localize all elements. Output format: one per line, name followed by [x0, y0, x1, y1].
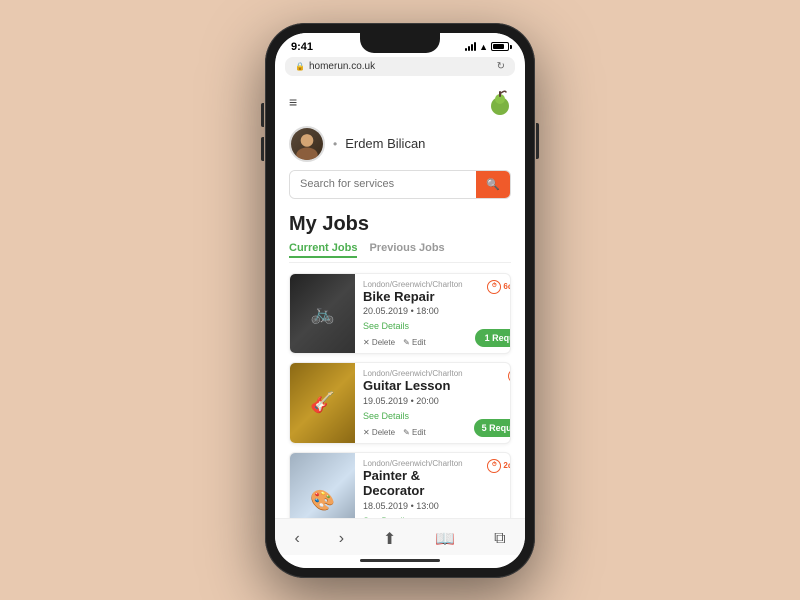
guitar-image: 🎸: [290, 363, 355, 443]
phone-frame: 9:41 ▲ 🔒 homerun.co.uk ↻: [265, 23, 535, 578]
volume-up-button: [261, 103, 264, 127]
job-actions-bike: ✕ Delete ✎ Edit: [363, 338, 463, 347]
status-icons: ▲: [465, 42, 509, 52]
back-button[interactable]: ‹: [286, 528, 307, 550]
job-right-bike: ⏱ 6days 4h 1 Request: [471, 274, 511, 354]
job-title: Painter & Decorator: [363, 468, 463, 499]
search-section: 🔍: [275, 170, 525, 209]
avatar: [289, 126, 325, 162]
status-time: 9:41: [291, 41, 313, 53]
forward-button[interactable]: ›: [331, 528, 352, 550]
timer-bike: ⏱ 6days 4h: [487, 280, 511, 294]
pear-logo: [489, 88, 511, 116]
avatar-face: [291, 128, 323, 160]
search-bar: 🔍: [289, 170, 511, 199]
bike-image: 🚲: [290, 274, 355, 354]
timer-painter: ⏱ 2days 3h: [487, 459, 511, 473]
tab-previous-jobs[interactable]: Previous Jobs: [369, 242, 444, 258]
delete-bike[interactable]: ✕ Delete: [363, 338, 395, 347]
job-date: 20.05.2019 • 18:00: [363, 306, 463, 316]
url-text: homerun.co.uk: [309, 61, 375, 72]
job-actions-guitar: ✕ Delete ✎ Edit: [363, 428, 463, 437]
job-date: 19.05.2019 • 20:00: [363, 396, 463, 406]
lock-icon: 🔒: [295, 62, 305, 71]
search-icon: 🔍: [486, 178, 500, 191]
my-jobs-title: My Jobs: [289, 213, 511, 236]
home-bar: [360, 559, 440, 562]
job-location: London/Greenwich/Charlton: [363, 280, 463, 289]
job-card-painter: 🎨 London/Greenwich/Charlton Painter & De…: [289, 452, 511, 518]
job-title: Bike Repair: [363, 289, 463, 305]
timer-icon: ⏱: [487, 280, 501, 294]
notch: [360, 33, 440, 53]
job-right-painter: ⏱ 2days 3h Waiting for Requests: [471, 453, 511, 518]
bottom-nav: ‹ › ⬆ 📖 ⧉: [275, 518, 525, 555]
job-card-bike-repair: 🚲 London/Greenwich/Charlton Bike Repair …: [289, 273, 511, 355]
job-location: London/Greenwich/Charlton: [363, 459, 463, 468]
wifi-icon: ▲: [479, 42, 488, 52]
timer-icon: ⏱: [508, 369, 511, 383]
job-body-painter: London/Greenwich/Charlton Painter & Deco…: [355, 453, 471, 518]
job-image-guitar: 🎸: [290, 363, 355, 443]
user-name: Erdem Bilican: [345, 136, 425, 151]
search-input[interactable]: [290, 171, 476, 198]
requests-button-guitar[interactable]: 5 Requests: [474, 419, 511, 437]
share-button[interactable]: ⬆: [375, 527, 404, 551]
home-indicator: [275, 555, 525, 568]
volume-down-button: [261, 137, 264, 161]
timer-icon: ⏱: [487, 459, 501, 473]
job-date: 18.05.2019 • 13:00: [363, 501, 463, 511]
job-title: Guitar Lesson: [363, 378, 463, 394]
url-bar[interactable]: 🔒 homerun.co.uk ↻: [285, 57, 515, 76]
job-location: London/Greenwich/Charlton: [363, 369, 463, 378]
separator: •: [333, 137, 337, 151]
jobs-tabs: Current Jobs Previous Jobs: [289, 242, 511, 263]
see-details-guitar[interactable]: See Details: [363, 411, 409, 421]
refresh-icon[interactable]: ↻: [497, 61, 505, 72]
app-header: ≡: [275, 80, 525, 120]
job-image-painter: 🎨: [290, 453, 355, 518]
painter-image: 🎨: [290, 453, 355, 518]
request-button-bike[interactable]: 1 Request: [475, 329, 511, 347]
user-section: • Erdem Bilican: [275, 120, 525, 170]
job-body-bike: London/Greenwich/Charlton Bike Repair 20…: [355, 274, 471, 354]
hamburger-menu[interactable]: ≡: [289, 94, 297, 110]
see-details-bike[interactable]: See Details: [363, 321, 409, 331]
tab-current-jobs[interactable]: Current Jobs: [289, 242, 357, 258]
job-image-bike: 🚲: [290, 274, 355, 354]
edit-bike[interactable]: ✎ Edit: [403, 338, 426, 347]
timer-guitar: ⏱ 20h: [508, 369, 511, 383]
signal-icon: [465, 42, 476, 51]
edit-guitar[interactable]: ✎ Edit: [403, 428, 426, 437]
job-body-guitar: London/Greenwich/Charlton Guitar Lesson …: [355, 363, 471, 443]
my-jobs-section: My Jobs Current Jobs Previous Jobs 🚲 Lon…: [275, 209, 525, 518]
phone-screen: 9:41 ▲ 🔒 homerun.co.uk ↻: [275, 33, 525, 568]
page-content[interactable]: ≡: [275, 80, 525, 518]
power-button: [536, 123, 539, 159]
job-card-guitar-lesson: 🎸 London/Greenwich/Charlton Guitar Lesso…: [289, 362, 511, 444]
tabs-button[interactable]: ⧉: [486, 528, 513, 550]
search-button[interactable]: 🔍: [476, 171, 510, 198]
delete-guitar[interactable]: ✕ Delete: [363, 428, 395, 437]
job-right-guitar: ⏱ 20h 5 Requests: [471, 363, 511, 443]
bookmarks-button[interactable]: 📖: [427, 527, 463, 551]
battery-icon: [491, 42, 509, 51]
